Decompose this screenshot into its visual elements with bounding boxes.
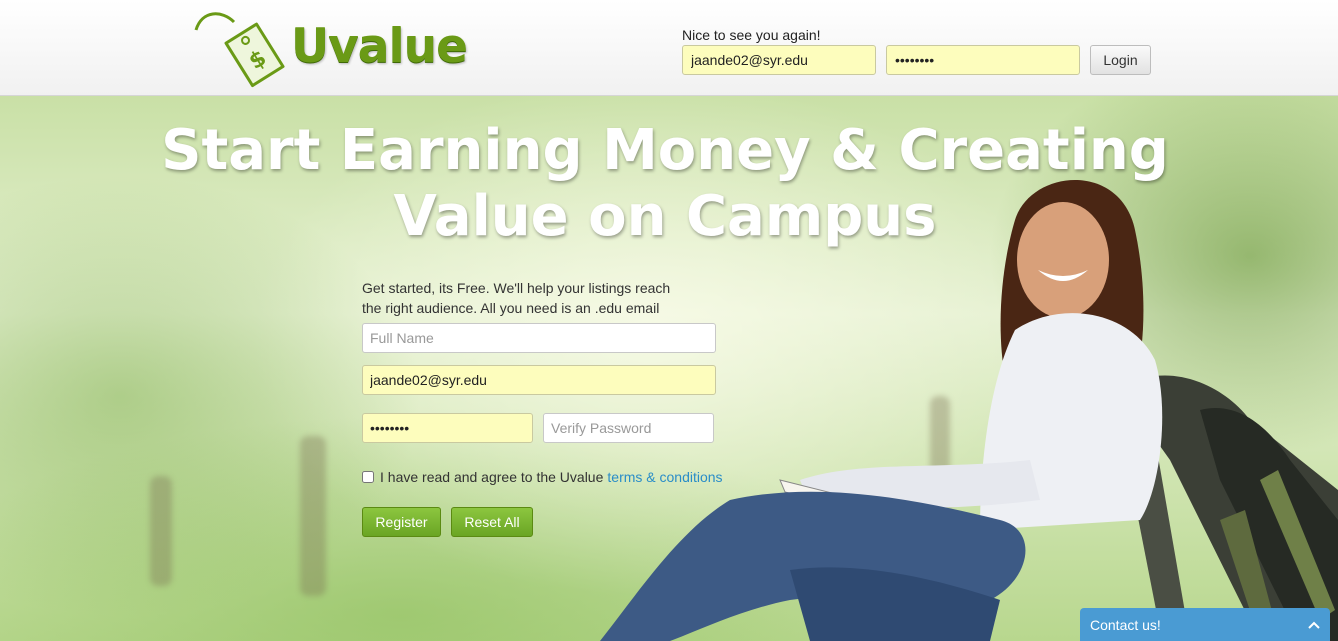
greeting-text: Nice to see you again! <box>682 27 821 43</box>
terms-checkbox[interactable] <box>362 471 374 483</box>
headline-line-1: Start Earning Money & Creating <box>161 118 1169 183</box>
tree-trunk <box>300 436 326 596</box>
contact-us-tab[interactable]: Contact us! <box>1080 608 1330 641</box>
header-password-input[interactable] <box>886 45 1080 75</box>
register-button[interactable]: Register <box>362 507 441 537</box>
form-intro-text: Get started, its Free. We'll help your l… <box>362 280 671 316</box>
reset-all-button[interactable]: Reset All <box>451 507 533 537</box>
tree-trunk <box>150 476 172 586</box>
email-input[interactable] <box>362 365 716 395</box>
full-name-input[interactable] <box>362 323 716 353</box>
site-header: $ Uvalue Nice to see you again! Login <box>0 0 1338 96</box>
terms-agree-text: I have read and agree to the Uvalue <box>380 469 604 485</box>
verify-password-input[interactable] <box>543 413 714 443</box>
uvalue-logo[interactable]: $ Uvalue <box>192 8 472 88</box>
terms-agreement: I have read and agree to the Uvalue term… <box>362 469 723 485</box>
hero-headline: Start Earning Money & Creating Value on … <box>150 118 1180 250</box>
headline-line-2: Value on Campus <box>393 184 937 249</box>
contact-us-label: Contact us! <box>1090 616 1161 633</box>
logo-text: Uvalue <box>291 19 468 74</box>
header-email-input[interactable] <box>682 45 876 75</box>
login-button[interactable]: Login <box>1090 45 1151 75</box>
password-input[interactable] <box>362 413 533 443</box>
chevron-up-icon <box>1308 621 1320 629</box>
price-tag-icon: $ <box>194 12 285 88</box>
terms-conditions-link[interactable]: terms & conditions <box>607 469 722 485</box>
